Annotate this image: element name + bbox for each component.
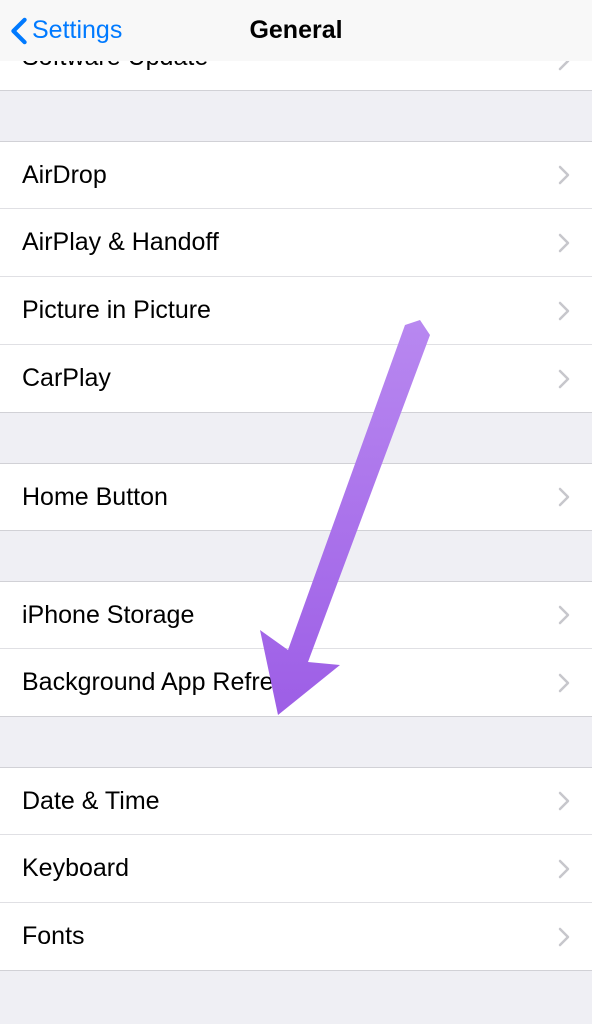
row-software-update[interactable]: Software Update	[0, 61, 592, 91]
back-button[interactable]: Settings	[0, 16, 122, 45]
nav-header: Settings General	[0, 0, 592, 62]
row-airplay-handoff[interactable]: AirPlay & Handoff	[0, 209, 592, 277]
chevron-right-icon	[558, 233, 570, 253]
row-label: Date & Time	[22, 787, 160, 816]
chevron-right-icon	[558, 487, 570, 507]
group-separator	[0, 413, 592, 463]
row-label: CarPlay	[22, 364, 111, 393]
group-separator	[0, 91, 592, 141]
row-fonts[interactable]: Fonts	[0, 903, 592, 971]
row-carplay[interactable]: CarPlay	[0, 345, 592, 413]
chevron-left-icon	[10, 17, 28, 45]
row-background-app-refresh[interactable]: Background App Refresh	[0, 649, 592, 717]
chevron-right-icon	[558, 369, 570, 389]
row-label: iPhone Storage	[22, 601, 194, 630]
row-home-button[interactable]: Home Button	[0, 463, 592, 531]
row-label: Keyboard	[22, 854, 129, 883]
row-keyboard[interactable]: Keyboard	[0, 835, 592, 903]
row-label: AirPlay & Handoff	[22, 228, 219, 257]
row-iphone-storage[interactable]: iPhone Storage	[0, 581, 592, 649]
row-picture-in-picture[interactable]: Picture in Picture	[0, 277, 592, 345]
row-label: Fonts	[22, 922, 85, 951]
chevron-right-icon	[558, 791, 570, 811]
settings-list: Software Update AirDrop AirPlay & Handof…	[0, 61, 592, 971]
row-label: Background App Refresh	[22, 668, 300, 697]
chevron-right-icon	[558, 673, 570, 693]
row-label: Software Update	[22, 61, 208, 72]
row-label: AirDrop	[22, 161, 107, 190]
group-separator	[0, 531, 592, 581]
row-airdrop[interactable]: AirDrop	[0, 141, 592, 209]
row-label: Home Button	[22, 483, 168, 512]
row-label: Picture in Picture	[22, 296, 211, 325]
page-title: General	[249, 16, 342, 45]
group-separator	[0, 717, 592, 767]
chevron-right-icon	[558, 927, 570, 947]
chevron-right-icon	[558, 165, 570, 185]
chevron-right-icon	[558, 859, 570, 879]
chevron-right-icon	[558, 61, 570, 71]
chevron-right-icon	[558, 301, 570, 321]
row-date-time[interactable]: Date & Time	[0, 767, 592, 835]
back-label: Settings	[32, 16, 122, 45]
chevron-right-icon	[558, 605, 570, 625]
